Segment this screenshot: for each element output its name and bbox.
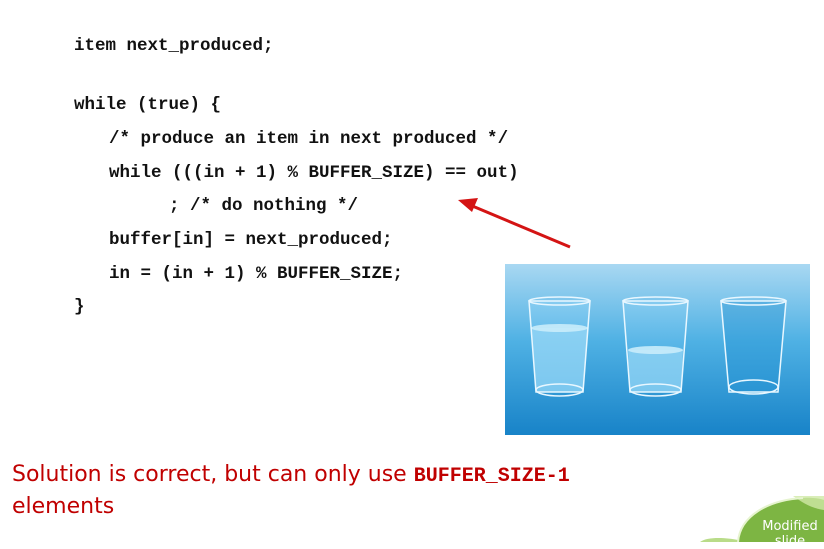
badge-line1: Modified: [762, 519, 818, 534]
glass-full: [528, 296, 591, 397]
solution-text-after: elements: [12, 494, 115, 519]
solution-note: Solution is correct, but can only use BU…: [12, 460, 712, 522]
badge-label: Modified slide: [760, 519, 820, 549]
solution-text-before: Solution is correct, but can only use: [12, 462, 414, 487]
glass-empty: [720, 296, 787, 395]
glass-half: [622, 296, 689, 397]
water-glasses-image: [505, 264, 810, 435]
solution-code-term: BUFFER_SIZE-1: [413, 465, 570, 488]
